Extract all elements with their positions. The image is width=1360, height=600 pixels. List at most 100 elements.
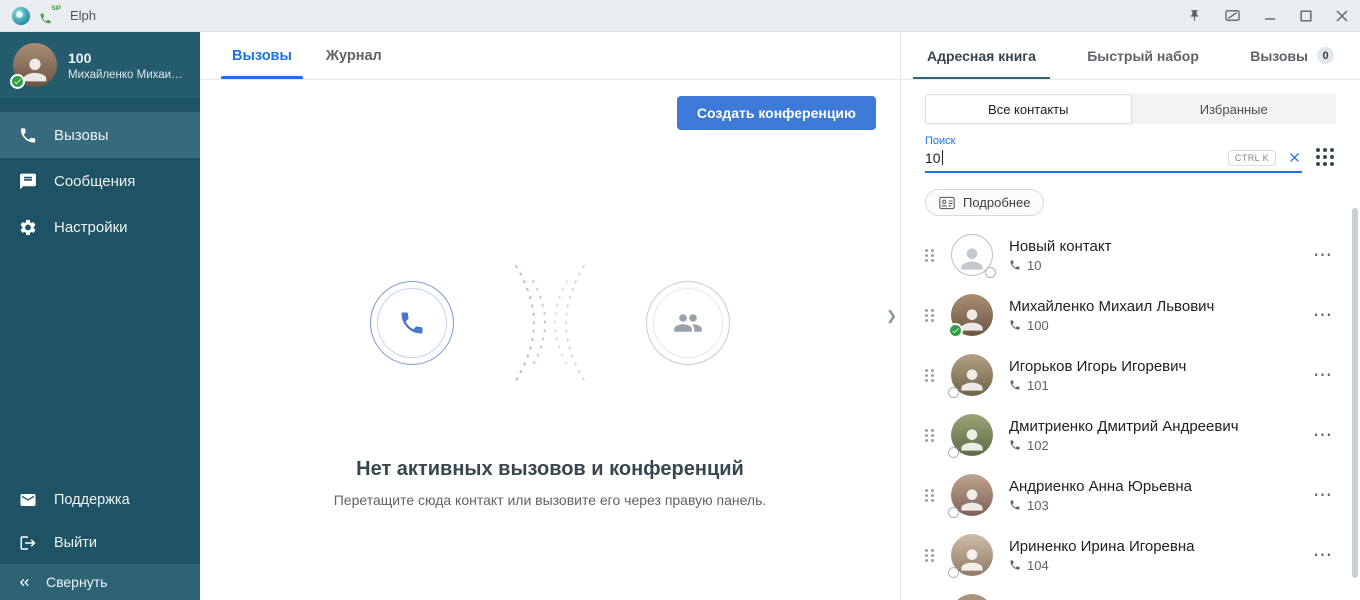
drag-handle-icon[interactable] bbox=[925, 369, 934, 382]
avatar bbox=[951, 534, 993, 576]
tab-speed-dial[interactable]: Быстрый набор bbox=[1073, 32, 1213, 79]
main-tabbar: Вызовы Журнал bbox=[200, 32, 900, 80]
contact-number: 102 bbox=[1009, 438, 1239, 453]
contact-name: Игорьков Игорь Игоревич bbox=[1009, 358, 1186, 375]
avatar bbox=[951, 414, 993, 456]
contact-menu-button[interactable]: ⋯ bbox=[1310, 306, 1336, 325]
titlebar: SIP Elph bbox=[0, 0, 1360, 32]
contact-menu-button[interactable]: ⋯ bbox=[1310, 246, 1336, 265]
tab-label: Вызовы bbox=[232, 48, 292, 64]
contact-menu-button[interactable]: ⋯ bbox=[1310, 546, 1336, 565]
maximize-icon[interactable] bbox=[1300, 10, 1312, 22]
contact-card-icon bbox=[939, 196, 955, 210]
right-tabbar: Адресная книга Быстрый набор Вызовы 0 bbox=[901, 32, 1360, 80]
collapse-label: Свернуть bbox=[46, 574, 107, 590]
app-title: Elph bbox=[70, 8, 96, 23]
contact-list: Новый контакт10⋯Михайленко Михаил Львови… bbox=[925, 225, 1336, 600]
drag-handle-icon[interactable] bbox=[925, 429, 934, 442]
drag-handle-icon[interactable] bbox=[925, 249, 934, 262]
app-logo-icon bbox=[12, 7, 30, 25]
text-caret bbox=[942, 150, 944, 165]
drag-handle-icon[interactable] bbox=[925, 489, 934, 502]
clear-search-icon[interactable] bbox=[1287, 150, 1302, 165]
contact-menu-button[interactable]: ⋯ bbox=[1310, 486, 1336, 505]
sidebar-item-settings[interactable]: Настройки bbox=[0, 204, 200, 250]
contact-menu-button[interactable]: ⋯ bbox=[1310, 426, 1336, 445]
status-online-icon bbox=[948, 323, 963, 338]
search-input[interactable]: Поиск 10 CTRL K bbox=[925, 135, 1302, 173]
conference-circle-icon bbox=[646, 281, 730, 365]
tab-label: Вызовы bbox=[1250, 48, 1308, 64]
tab-journal[interactable]: Журнал bbox=[309, 32, 399, 79]
collapse-sidebar-button[interactable]: Свернуть bbox=[0, 564, 200, 600]
empty-state-subtitle: Перетащите сюда контакт или вызовите его… bbox=[334, 492, 767, 508]
calls-count-badge: 0 bbox=[1317, 47, 1334, 64]
contact-name: Михайленко Михаил Львович bbox=[1009, 298, 1214, 315]
sidebar-item-label: Сообщения bbox=[54, 173, 135, 190]
tab-calls-right[interactable]: Вызовы 0 bbox=[1236, 32, 1348, 79]
tab-calls[interactable]: Вызовы bbox=[215, 32, 309, 79]
waves-icon bbox=[506, 248, 594, 398]
contact-row[interactable]: Игорьков Игорь Игоревич 101 ⋯ bbox=[925, 345, 1336, 405]
contact-number: 100 bbox=[1009, 318, 1214, 333]
contact-number: 103 bbox=[1009, 498, 1192, 513]
tab-address-book[interactable]: Адресная книга bbox=[913, 32, 1050, 79]
segment-favorites[interactable]: Избранные bbox=[1132, 94, 1337, 124]
tab-label: Быстрый набор bbox=[1087, 48, 1199, 64]
user-name: Михайленко Михаи… bbox=[68, 69, 183, 81]
drag-handle-icon[interactable] bbox=[925, 309, 934, 322]
collapse-panel-handle[interactable]: ❯ bbox=[884, 302, 899, 330]
shortcut-hint: CTRL K bbox=[1228, 150, 1276, 166]
contact-row[interactable]: Новый контакт 10 ⋯ bbox=[925, 225, 1336, 285]
empty-state: Нет активных вызовов и конференций Перет… bbox=[200, 248, 900, 508]
minimize-icon[interactable] bbox=[1264, 10, 1276, 22]
close-icon[interactable] bbox=[1336, 10, 1348, 22]
contact-name: Новый контакт bbox=[1009, 238, 1111, 255]
status-online-icon bbox=[10, 74, 25, 89]
search-value: 10 bbox=[925, 150, 941, 166]
sidebar-item-support[interactable]: Поддержка bbox=[0, 478, 200, 521]
contacts-segmented-control: Все контакты Избранные bbox=[925, 94, 1336, 124]
status-ring-icon bbox=[948, 447, 959, 458]
search-label: Поиск bbox=[925, 135, 1302, 147]
avatar bbox=[951, 234, 993, 276]
create-conference-button[interactable]: Создать конференцию bbox=[677, 96, 876, 130]
status-ring-icon bbox=[948, 387, 959, 398]
contact-row[interactable]: Ириненко Ирина Игоревна104⋯ bbox=[925, 525, 1336, 585]
contact-menu-button[interactable]: ⋯ bbox=[1310, 366, 1336, 385]
avatar bbox=[951, 354, 993, 396]
contact-row[interactable]: Дмитриенко Дмитрий Андреевич 102 ⋯ bbox=[925, 405, 1336, 465]
sidebar: 100 Михайленко Михаи… Вызовы Сообщения Н… bbox=[0, 32, 200, 600]
tab-label: Адресная книга bbox=[927, 48, 1036, 64]
display-icon[interactable] bbox=[1225, 9, 1240, 22]
app-window: SIP Elph bbox=[0, 0, 1360, 600]
contact-number: 10 bbox=[1009, 258, 1111, 273]
drag-handle-icon[interactable] bbox=[925, 549, 934, 562]
sidebar-item-logout[interactable]: Выйти bbox=[0, 521, 200, 564]
status-ring-icon bbox=[985, 267, 996, 278]
user-avatar bbox=[13, 43, 57, 87]
avatar bbox=[951, 594, 993, 600]
contact-row[interactable]: Михайленко Михаил Львович 100 ⋯ bbox=[925, 285, 1336, 345]
avatar bbox=[951, 294, 993, 336]
contact-row[interactable]: Петренко Пётр Петрович⋯ bbox=[925, 585, 1336, 600]
contact-name: Дмитриенко Дмитрий Андреевич bbox=[1009, 418, 1239, 435]
details-button-label: Подробнее bbox=[963, 195, 1030, 210]
tab-label: Журнал bbox=[326, 48, 382, 64]
sidebar-item-calls[interactable]: Вызовы bbox=[0, 112, 200, 158]
details-button[interactable]: Подробнее bbox=[925, 189, 1044, 216]
contact-number: 101 bbox=[1009, 378, 1186, 393]
segment-all-contacts[interactable]: Все контакты bbox=[925, 94, 1132, 124]
status-ring-icon bbox=[948, 567, 959, 578]
contact-name: Андриенко Анна Юрьевна bbox=[1009, 478, 1192, 495]
right-panel: Адресная книга Быстрый набор Вызовы 0 Вс… bbox=[901, 32, 1360, 600]
sidebar-item-label: Поддержка bbox=[54, 492, 130, 508]
contact-number: 104 bbox=[1009, 558, 1195, 573]
contact-row[interactable]: Андриенко Анна Юрьевна 103 ⋯ bbox=[925, 465, 1336, 525]
dialpad-icon[interactable] bbox=[1316, 148, 1336, 168]
sidebar-item-messages[interactable]: Сообщения bbox=[0, 158, 200, 204]
user-profile: 100 Михайленко Михаи… bbox=[0, 32, 200, 98]
pin-icon[interactable] bbox=[1188, 9, 1201, 22]
call-circle-icon bbox=[370, 281, 454, 365]
scrollbar-thumb[interactable] bbox=[1352, 208, 1358, 578]
